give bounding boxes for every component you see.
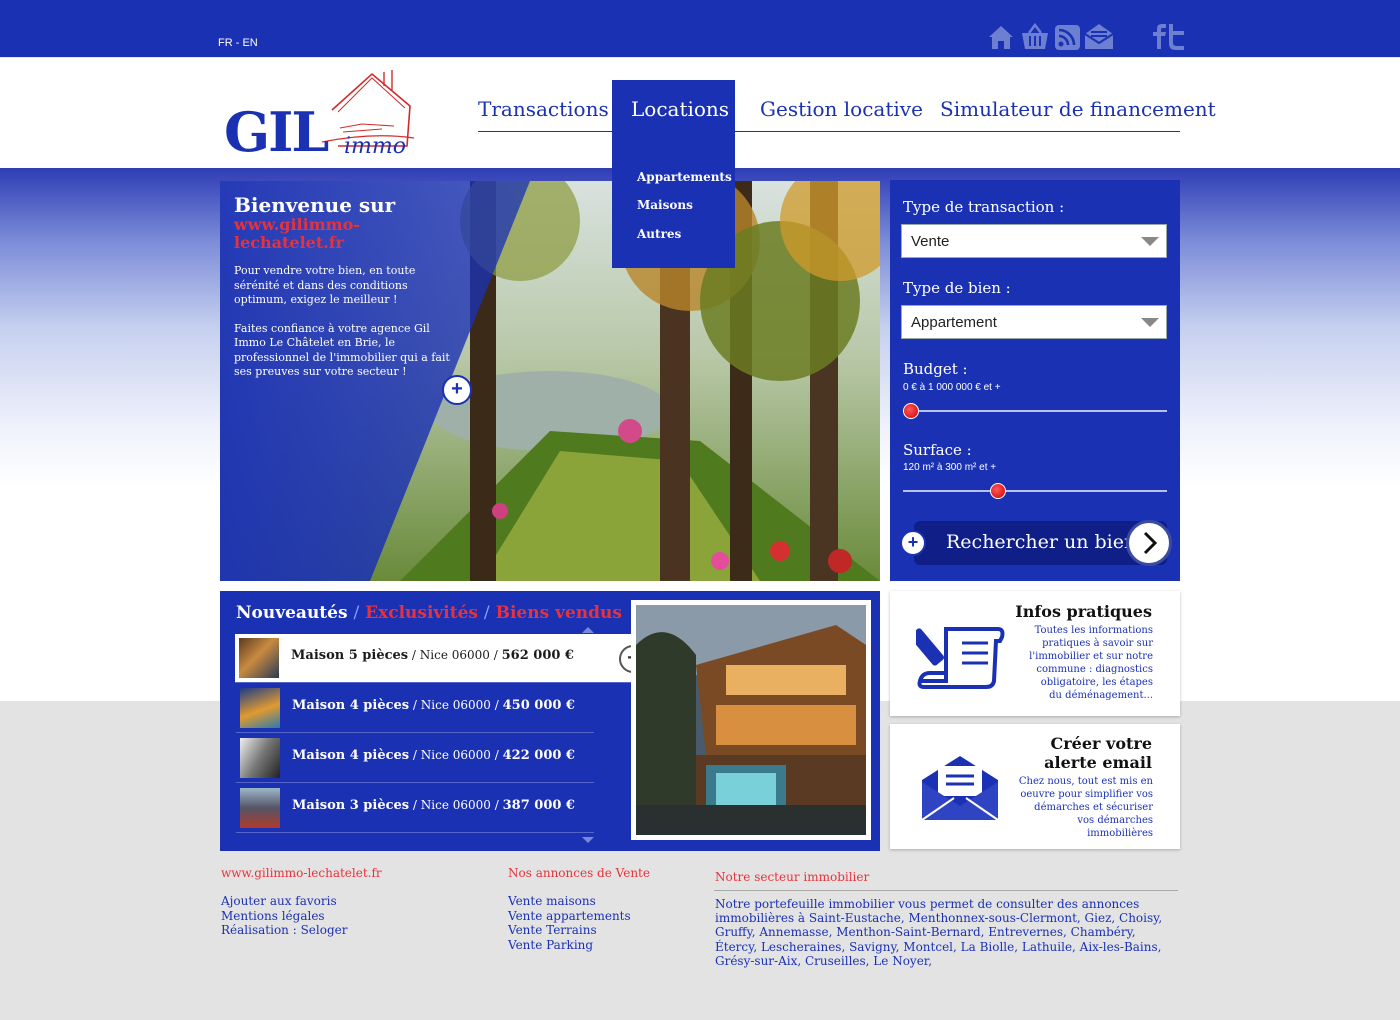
listing-thumbnail [240, 738, 280, 778]
tab-separator: / [353, 603, 360, 623]
tab-separator: / [483, 603, 490, 623]
dropdown-appartements[interactable]: Appartements [637, 170, 732, 184]
dropdown-maisons[interactable]: Maisons [637, 198, 693, 212]
footer-secteur-text: Notre portefeuille immobilier vous perme… [715, 897, 1163, 968]
transaction-type-label: Type de transaction : [903, 198, 1065, 216]
tab-biens-vendus[interactable]: Biens vendus [496, 603, 622, 623]
surface-slider-handle[interactable] [989, 483, 1006, 499]
hero-title: Bienvenue sur [234, 193, 396, 217]
tab-exclusivites[interactable]: Exclusivités [365, 603, 478, 623]
budget-slider[interactable] [903, 403, 1167, 419]
hero-paragraph-2: Faites confiance à votre agence Gil Immo… [234, 321, 450, 379]
surface-slider[interactable] [903, 483, 1167, 499]
nav-gestion-locative[interactable]: Gestion locative [760, 97, 923, 121]
chevron-down-icon [1141, 318, 1159, 327]
mail-icon[interactable] [1084, 22, 1114, 52]
chevron-down-icon [1141, 237, 1159, 246]
alert-title-line1: Créer votre [1050, 734, 1153, 753]
footer-link-vente-terrains[interactable]: Vente Terrains [508, 923, 631, 938]
budget-label: Budget : [903, 360, 968, 378]
listing-row[interactable]: Maison 4 pièces / Nice 06000 / 450 000 € [236, 684, 594, 733]
listing-row[interactable]: Maison 3 pièces / Nice 06000 / 387 000 € [236, 784, 594, 833]
scroll-up-icon[interactable] [582, 627, 594, 633]
hero-text: Bienvenue sur www.gilimmo-lechatelet.fr … [234, 194, 454, 380]
chevron-right-icon[interactable] [1126, 520, 1172, 566]
footer-site-link[interactable]: www.gilimmo-lechatelet.fr [221, 866, 382, 880]
nav-locations[interactable]: Locations [631, 97, 729, 121]
home-icon[interactable] [986, 22, 1016, 52]
listing-row[interactable]: Maison 5 pièces / Nice 06000 / 562 000 € [235, 634, 633, 683]
hero-plus-button[interactable]: + [442, 375, 472, 405]
listing-text: Maison 3 pièces / Nice 06000 / 387 000 € [292, 798, 575, 813]
nav-transactions[interactable]: Transactions [478, 97, 609, 121]
footer-links-col1: Ajouter aux favoris Mentions légales Réa… [221, 894, 347, 938]
basket-icon[interactable] [1020, 22, 1050, 52]
nav-underline [478, 131, 1180, 132]
listing-photo[interactable] [631, 600, 871, 840]
transaction-type-value: Vente [911, 233, 950, 250]
listing-text: Maison 4 pièces / Nice 06000 / 422 000 € [292, 748, 575, 763]
footer-links-col2: Vente maisons Vente appartements Vente T… [508, 894, 631, 952]
budget-range-text: 0 € à 1 000 000 € et + [903, 382, 1001, 393]
surface-range-text: 120 m² à 300 m² et + [903, 462, 997, 473]
logo-main-text: GIL [224, 100, 329, 164]
rss-icon[interactable] [1053, 22, 1083, 52]
nav-active-arrow [664, 132, 684, 144]
listing-thumbnail [240, 788, 280, 828]
footer-col3-title: Notre secteur immobilier [715, 870, 870, 884]
listing-tabs: Nouveautés / Exclusivités / Biens vendus [236, 603, 622, 623]
hero-paragraph-1: Pour vendre votre bien, en toute sérénit… [234, 264, 416, 306]
footer-link-realisation[interactable]: Réalisation : Seloger [221, 923, 347, 938]
search-plus-button[interactable]: + [900, 530, 926, 556]
language-switch[interactable]: FR - EN [218, 37, 258, 49]
scroll-down-icon[interactable] [582, 837, 594, 843]
alert-text: Chez nous, tout est mis en oeuvre pour s… [1018, 776, 1153, 839]
property-type-select[interactable]: Appartement [901, 305, 1167, 339]
infos-text: Toutes les informations pratiques à savo… [1029, 625, 1153, 701]
dropdown-autres[interactable]: Autres [637, 227, 681, 241]
listing-text: Maison 5 pièces / Nice 06000 / 562 000 € [291, 648, 574, 663]
property-type-label: Type de bien : [903, 279, 1011, 297]
budget-slider-handle[interactable] [903, 403, 919, 419]
footer-link-vente-appartements[interactable]: Vente appartements [508, 909, 631, 924]
search-button-label: Rechercher un bien [946, 531, 1137, 553]
footer-link-vente-parking[interactable]: Vente Parking [508, 938, 631, 953]
twitter-icon[interactable] [1161, 22, 1191, 52]
tab-nouveautes[interactable]: Nouveautés [236, 603, 348, 623]
document-pen-icon [916, 627, 1005, 689]
envelope-icon [921, 756, 999, 821]
listing-row[interactable]: Maison 4 pièces / Nice 06000 / 422 000 € [236, 734, 594, 783]
listing-thumbnail [240, 688, 280, 728]
hero-url[interactable]: www.gilimmo-lechatelet.fr [234, 216, 454, 252]
footer-link-mentions[interactable]: Mentions légales [221, 909, 347, 924]
transaction-type-select[interactable]: Vente [901, 224, 1167, 258]
listing-text: Maison 4 pièces / Nice 06000 / 450 000 € [292, 698, 575, 713]
footer-divider [714, 890, 1178, 891]
listing-thumbnail [239, 638, 279, 678]
nav-simulateur[interactable]: Simulateur de financement [940, 97, 1216, 121]
footer-col2-title: Nos annonces de Vente [508, 866, 650, 880]
infos-title: Infos pratiques [1015, 602, 1152, 621]
alert-title-line2: alerte email [1044, 753, 1152, 772]
site-logo[interactable]: GIL immo [222, 62, 427, 164]
footer-link-vente-maisons[interactable]: Vente maisons [508, 894, 631, 909]
surface-label: Surface : [903, 441, 972, 459]
property-type-value: Appartement [911, 314, 997, 331]
footer-link-favoris[interactable]: Ajouter aux favoris [221, 894, 347, 909]
logo-sub-text: immo [344, 134, 407, 159]
